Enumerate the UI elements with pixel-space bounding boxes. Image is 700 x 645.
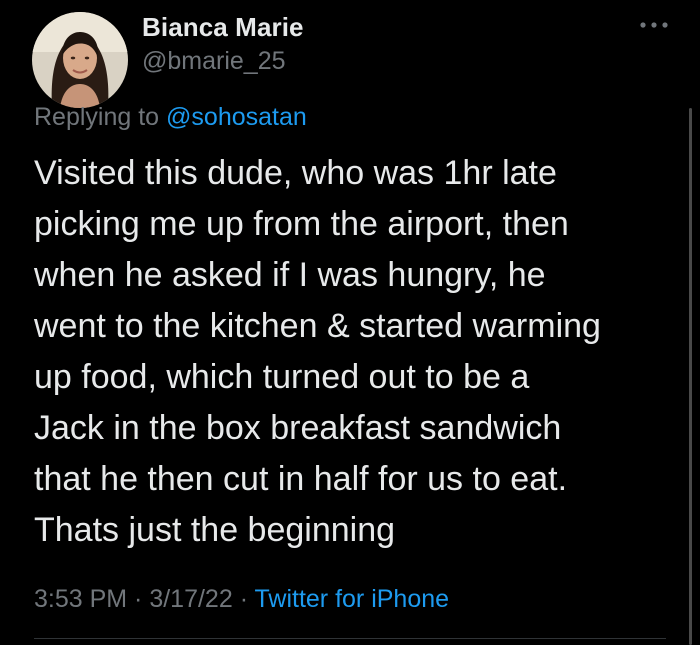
divider (34, 638, 666, 639)
tweet-text-line: up food, which turned out to be a (34, 358, 530, 396)
author-display-name[interactable]: Bianca Marie (142, 12, 304, 43)
tweet-text-line: picking me up from the airport, then (34, 205, 569, 243)
tweet-text-line: Jack in the box breakfast sandwich (34, 409, 562, 447)
reply-context: Replying to @sohosatan (34, 103, 307, 132)
tweet-date[interactable]: 3/17/22 (149, 585, 232, 613)
tweet-detail: Bianca Marie @bmarie_25 Replying to @soh… (0, 0, 700, 645)
tweet-text: Visited this dude, who was 1hr late pick… (34, 148, 684, 556)
author-handle[interactable]: @bmarie_25 (142, 47, 286, 76)
tweet-text-line: Visited this dude, who was 1hr late (34, 154, 557, 192)
tweet-time[interactable]: 3:53 PM (34, 585, 127, 613)
meta-separator: · (127, 585, 150, 613)
reply-mention-link[interactable]: @sohosatan (166, 103, 307, 131)
scrollbar[interactable] (689, 108, 692, 645)
tweet-text-line: that he then cut in half for us to eat. (34, 460, 568, 498)
tweet-text-line: Thats just the beginning (34, 511, 396, 549)
tweet-metadata: 3:53 PM · 3/17/22 · Twitter for iPhone (34, 585, 449, 614)
profile-photo-icon (32, 12, 128, 108)
reply-context-prefix: Replying to (34, 103, 167, 131)
avatar[interactable] (32, 12, 128, 108)
tweet-text-line: when he asked if I was hungry, he (34, 256, 546, 294)
tweet-text-line: went to the kitchen & started warming (34, 307, 601, 345)
more-options-button[interactable] (636, 12, 672, 38)
more-horizontal-icon (640, 22, 668, 28)
meta-separator: · (232, 585, 255, 613)
tweet-source-link[interactable]: Twitter for iPhone (255, 585, 450, 613)
